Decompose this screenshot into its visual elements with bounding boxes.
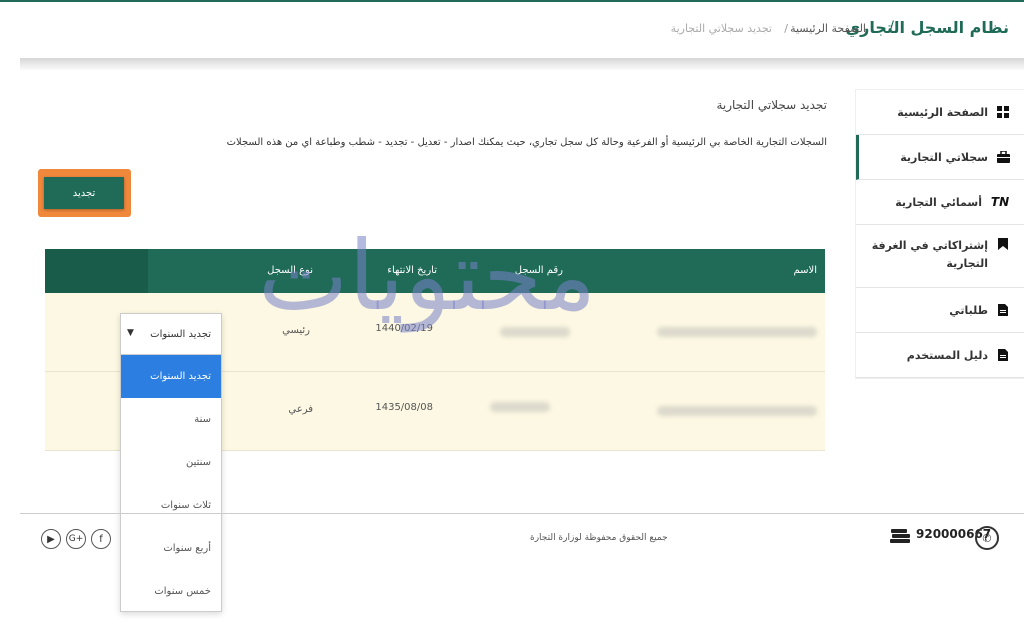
document-icon [996, 348, 1010, 362]
dropdown-option[interactable]: سنة [121, 398, 221, 441]
dropdown-option[interactable]: أربع سنوات [121, 527, 221, 570]
redacted-name [657, 406, 817, 416]
title-separator: / [889, 19, 894, 35]
redacted-name [657, 327, 817, 337]
redacted-record-number [490, 402, 550, 412]
sidebar-item-label: الصفحة الرئيسية [897, 105, 988, 119]
play-icon[interactable]: ▶ [41, 529, 61, 549]
dropdown-selected-label: تجديد السنوات [150, 328, 211, 340]
sidebar-item-label: طلباتي [949, 303, 988, 317]
sidebar: الصفحة الرئيسية سجلاتي التجارية TN أسمائ… [856, 90, 1024, 378]
sidebar-item-trade-names[interactable]: TN أسمائي التجارية [856, 180, 1024, 225]
caret-down-icon: ▼ [127, 328, 134, 338]
dropdown-option[interactable]: سنتين [121, 441, 221, 484]
dropdown-option[interactable]: ثلاث سنوات [121, 484, 221, 527]
sidebar-item-my-records[interactable]: سجلاتي التجارية [856, 135, 1024, 180]
facebook-icon[interactable]: f [91, 529, 111, 549]
sidebar-item-label: أسمائي التجارية [895, 195, 982, 209]
grid-icon [996, 105, 1010, 119]
footer-divider [20, 513, 1024, 514]
bookmark-icon [996, 237, 1010, 251]
phone-icon[interactable]: ✆ [975, 526, 999, 550]
sidebar-item-home[interactable]: الصفحة الرئيسية [856, 90, 1024, 135]
dropdown-selected[interactable]: ▼ تجديد السنوات [121, 314, 221, 355]
briefcase-icon [996, 150, 1010, 164]
sidebar-item-label: سجلاتي التجارية [900, 150, 988, 164]
document-icon [996, 303, 1010, 317]
page-description: السجلات التجارية الخاصة بي الرئيسية أو ا… [226, 137, 827, 148]
expiry-date-cell: 1435/08/08 [375, 402, 433, 413]
app-title[interactable]: نظام السجل التجاري [846, 18, 1010, 37]
sidebar-item-chamber-subscriptions[interactable]: إشتراكاتي في الغرفة التجارية [856, 225, 1024, 288]
tn-icon: TN [990, 195, 1010, 209]
books-icon [889, 529, 910, 545]
google-plus-icon[interactable]: G+ [66, 529, 86, 549]
renew-years-dropdown[interactable]: ▼ تجديد السنوات تجديد السنوات سنة سنتين … [120, 313, 222, 612]
header-shadow [20, 58, 1024, 70]
copyright-text: جميع الحقوق محفوظة لوزارة التجارة [530, 533, 668, 543]
record-type-cell: فرعي [288, 404, 313, 415]
breadcrumb-current: تجديد سجلاتي التجارية [670, 22, 772, 35]
sidebar-item-label: دليل المستخدم [906, 348, 988, 362]
breadcrumb-home[interactable]: الصفحة الرئيسية [790, 22, 866, 35]
sidebar-item-label: إشتراكاتي في الغرفة التجارية [871, 239, 988, 270]
actions-column-header [45, 249, 148, 293]
sidebar-item-user-guide[interactable]: دليل المستخدم [856, 333, 1024, 378]
dropdown-option[interactable]: تجديد السنوات [121, 355, 221, 398]
column-header-name: الاسم [793, 265, 817, 276]
page-title: تجديد سجلاتي التجارية [716, 98, 827, 112]
header: نظام السجل التجاري / الصفحة الرئيسية / ت… [0, 2, 1024, 58]
dropdown-option[interactable]: خمس سنوات [121, 570, 221, 613]
watermark: محتويات [258, 220, 597, 332]
renew-button[interactable]: تجديد [44, 177, 124, 209]
sidebar-item-my-requests[interactable]: طلباتي [856, 288, 1024, 333]
breadcrumb-separator: / [784, 22, 788, 35]
